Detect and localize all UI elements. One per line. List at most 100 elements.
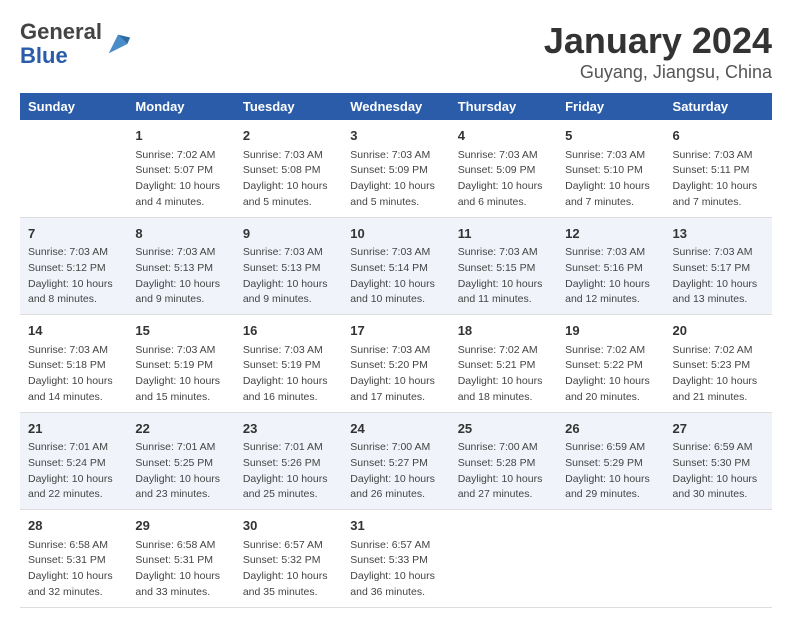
day-number: 21 (28, 419, 119, 439)
calendar-cell: 14Sunrise: 7:03 AM Sunset: 5:18 PM Dayli… (20, 315, 127, 413)
calendar-cell: 10Sunrise: 7:03 AM Sunset: 5:14 PM Dayli… (342, 217, 449, 315)
day-number: 12 (565, 224, 656, 244)
day-number: 17 (350, 321, 441, 341)
calendar-cell: 19Sunrise: 7:02 AM Sunset: 5:22 PM Dayli… (557, 315, 664, 413)
month-title: January 2024 (544, 20, 772, 62)
day-number: 9 (243, 224, 334, 244)
calendar-cell: 7Sunrise: 7:03 AM Sunset: 5:12 PM Daylig… (20, 217, 127, 315)
day-info: Sunrise: 7:00 AM Sunset: 5:27 PM Dayligh… (350, 440, 441, 503)
day-number: 30 (243, 516, 334, 536)
day-info: Sunrise: 6:58 AM Sunset: 5:31 PM Dayligh… (28, 538, 119, 601)
day-info: Sunrise: 7:03 AM Sunset: 5:18 PM Dayligh… (28, 343, 119, 406)
day-number: 5 (565, 126, 656, 146)
weekday-header: Wednesday (342, 93, 449, 120)
calendar-cell: 31Sunrise: 6:57 AM Sunset: 5:33 PM Dayli… (342, 510, 449, 608)
day-number: 13 (673, 224, 764, 244)
day-number: 26 (565, 419, 656, 439)
day-info: Sunrise: 7:02 AM Sunset: 5:22 PM Dayligh… (565, 343, 656, 406)
calendar-cell: 27Sunrise: 6:59 AM Sunset: 5:30 PM Dayli… (665, 412, 772, 510)
calendar-cell: 5Sunrise: 7:03 AM Sunset: 5:10 PM Daylig… (557, 120, 664, 217)
day-info: Sunrise: 7:01 AM Sunset: 5:25 PM Dayligh… (135, 440, 226, 503)
weekday-header-row: SundayMondayTuesdayWednesdayThursdayFrid… (20, 93, 772, 120)
day-number: 18 (458, 321, 549, 341)
calendar-week-row: 7Sunrise: 7:03 AM Sunset: 5:12 PM Daylig… (20, 217, 772, 315)
day-info: Sunrise: 7:03 AM Sunset: 5:12 PM Dayligh… (28, 245, 119, 308)
day-info: Sunrise: 7:00 AM Sunset: 5:28 PM Dayligh… (458, 440, 549, 503)
weekday-header: Saturday (665, 93, 772, 120)
calendar-week-row: 14Sunrise: 7:03 AM Sunset: 5:18 PM Dayli… (20, 315, 772, 413)
day-number: 23 (243, 419, 334, 439)
calendar-cell (665, 510, 772, 608)
calendar-cell: 8Sunrise: 7:03 AM Sunset: 5:13 PM Daylig… (127, 217, 234, 315)
calendar-cell: 24Sunrise: 7:00 AM Sunset: 5:27 PM Dayli… (342, 412, 449, 510)
calendar-cell (20, 120, 127, 217)
calendar-cell: 29Sunrise: 6:58 AM Sunset: 5:31 PM Dayli… (127, 510, 234, 608)
day-info: Sunrise: 7:03 AM Sunset: 5:11 PM Dayligh… (673, 148, 764, 211)
day-number: 29 (135, 516, 226, 536)
day-number: 14 (28, 321, 119, 341)
day-number: 2 (243, 126, 334, 146)
calendar-cell: 4Sunrise: 7:03 AM Sunset: 5:09 PM Daylig… (450, 120, 557, 217)
calendar-cell: 23Sunrise: 7:01 AM Sunset: 5:26 PM Dayli… (235, 412, 342, 510)
day-number: 16 (243, 321, 334, 341)
calendar-cell: 16Sunrise: 7:03 AM Sunset: 5:19 PM Dayli… (235, 315, 342, 413)
day-info: Sunrise: 7:02 AM Sunset: 5:07 PM Dayligh… (135, 148, 226, 211)
day-info: Sunrise: 7:03 AM Sunset: 5:09 PM Dayligh… (458, 148, 549, 211)
calendar-cell (450, 510, 557, 608)
calendar-cell: 1Sunrise: 7:02 AM Sunset: 5:07 PM Daylig… (127, 120, 234, 217)
day-info: Sunrise: 7:03 AM Sunset: 5:16 PM Dayligh… (565, 245, 656, 308)
calendar-cell: 6Sunrise: 7:03 AM Sunset: 5:11 PM Daylig… (665, 120, 772, 217)
calendar-cell: 20Sunrise: 7:02 AM Sunset: 5:23 PM Dayli… (665, 315, 772, 413)
day-info: Sunrise: 6:57 AM Sunset: 5:33 PM Dayligh… (350, 538, 441, 601)
calendar-cell: 25Sunrise: 7:00 AM Sunset: 5:28 PM Dayli… (450, 412, 557, 510)
logo-blue-text: Blue (20, 43, 68, 68)
day-number: 25 (458, 419, 549, 439)
day-number: 6 (673, 126, 764, 146)
day-info: Sunrise: 7:03 AM Sunset: 5:15 PM Dayligh… (458, 245, 549, 308)
day-number: 4 (458, 126, 549, 146)
header: General Blue January 2024 Guyang, Jiangs… (20, 20, 772, 83)
calendar-week-row: 21Sunrise: 7:01 AM Sunset: 5:24 PM Dayli… (20, 412, 772, 510)
weekday-header: Tuesday (235, 93, 342, 120)
day-info: Sunrise: 6:57 AM Sunset: 5:32 PM Dayligh… (243, 538, 334, 601)
day-info: Sunrise: 7:03 AM Sunset: 5:17 PM Dayligh… (673, 245, 764, 308)
day-info: Sunrise: 7:03 AM Sunset: 5:09 PM Dayligh… (350, 148, 441, 211)
day-number: 3 (350, 126, 441, 146)
calendar-cell: 12Sunrise: 7:03 AM Sunset: 5:16 PM Dayli… (557, 217, 664, 315)
day-info: Sunrise: 7:03 AM Sunset: 5:19 PM Dayligh… (135, 343, 226, 406)
calendar-cell: 11Sunrise: 7:03 AM Sunset: 5:15 PM Dayli… (450, 217, 557, 315)
day-info: Sunrise: 7:03 AM Sunset: 5:10 PM Dayligh… (565, 148, 656, 211)
day-info: Sunrise: 7:03 AM Sunset: 5:14 PM Dayligh… (350, 245, 441, 308)
day-info: Sunrise: 7:01 AM Sunset: 5:26 PM Dayligh… (243, 440, 334, 503)
weekday-header: Monday (127, 93, 234, 120)
logo-icon (104, 30, 132, 58)
weekday-header: Sunday (20, 93, 127, 120)
calendar-cell: 13Sunrise: 7:03 AM Sunset: 5:17 PM Dayli… (665, 217, 772, 315)
day-number: 19 (565, 321, 656, 341)
calendar-cell (557, 510, 664, 608)
day-info: Sunrise: 7:03 AM Sunset: 5:19 PM Dayligh… (243, 343, 334, 406)
day-number: 10 (350, 224, 441, 244)
day-info: Sunrise: 6:59 AM Sunset: 5:29 PM Dayligh… (565, 440, 656, 503)
day-info: Sunrise: 7:03 AM Sunset: 5:08 PM Dayligh… (243, 148, 334, 211)
weekday-header: Thursday (450, 93, 557, 120)
day-number: 15 (135, 321, 226, 341)
calendar-cell: 18Sunrise: 7:02 AM Sunset: 5:21 PM Dayli… (450, 315, 557, 413)
calendar-week-row: 28Sunrise: 6:58 AM Sunset: 5:31 PM Dayli… (20, 510, 772, 608)
day-info: Sunrise: 7:02 AM Sunset: 5:21 PM Dayligh… (458, 343, 549, 406)
title-area: January 2024 Guyang, Jiangsu, China (544, 20, 772, 83)
calendar-cell: 30Sunrise: 6:57 AM Sunset: 5:32 PM Dayli… (235, 510, 342, 608)
day-number: 8 (135, 224, 226, 244)
calendar-cell: 2Sunrise: 7:03 AM Sunset: 5:08 PM Daylig… (235, 120, 342, 217)
logo-general-text: General (20, 19, 102, 44)
calendar-table: SundayMondayTuesdayWednesdayThursdayFrid… (20, 93, 772, 608)
calendar-cell: 15Sunrise: 7:03 AM Sunset: 5:19 PM Dayli… (127, 315, 234, 413)
day-info: Sunrise: 7:03 AM Sunset: 5:20 PM Dayligh… (350, 343, 441, 406)
day-info: Sunrise: 7:03 AM Sunset: 5:13 PM Dayligh… (135, 245, 226, 308)
day-number: 1 (135, 126, 226, 146)
day-number: 28 (28, 516, 119, 536)
day-info: Sunrise: 7:01 AM Sunset: 5:24 PM Dayligh… (28, 440, 119, 503)
day-number: 20 (673, 321, 764, 341)
day-info: Sunrise: 6:59 AM Sunset: 5:30 PM Dayligh… (673, 440, 764, 503)
day-number: 7 (28, 224, 119, 244)
